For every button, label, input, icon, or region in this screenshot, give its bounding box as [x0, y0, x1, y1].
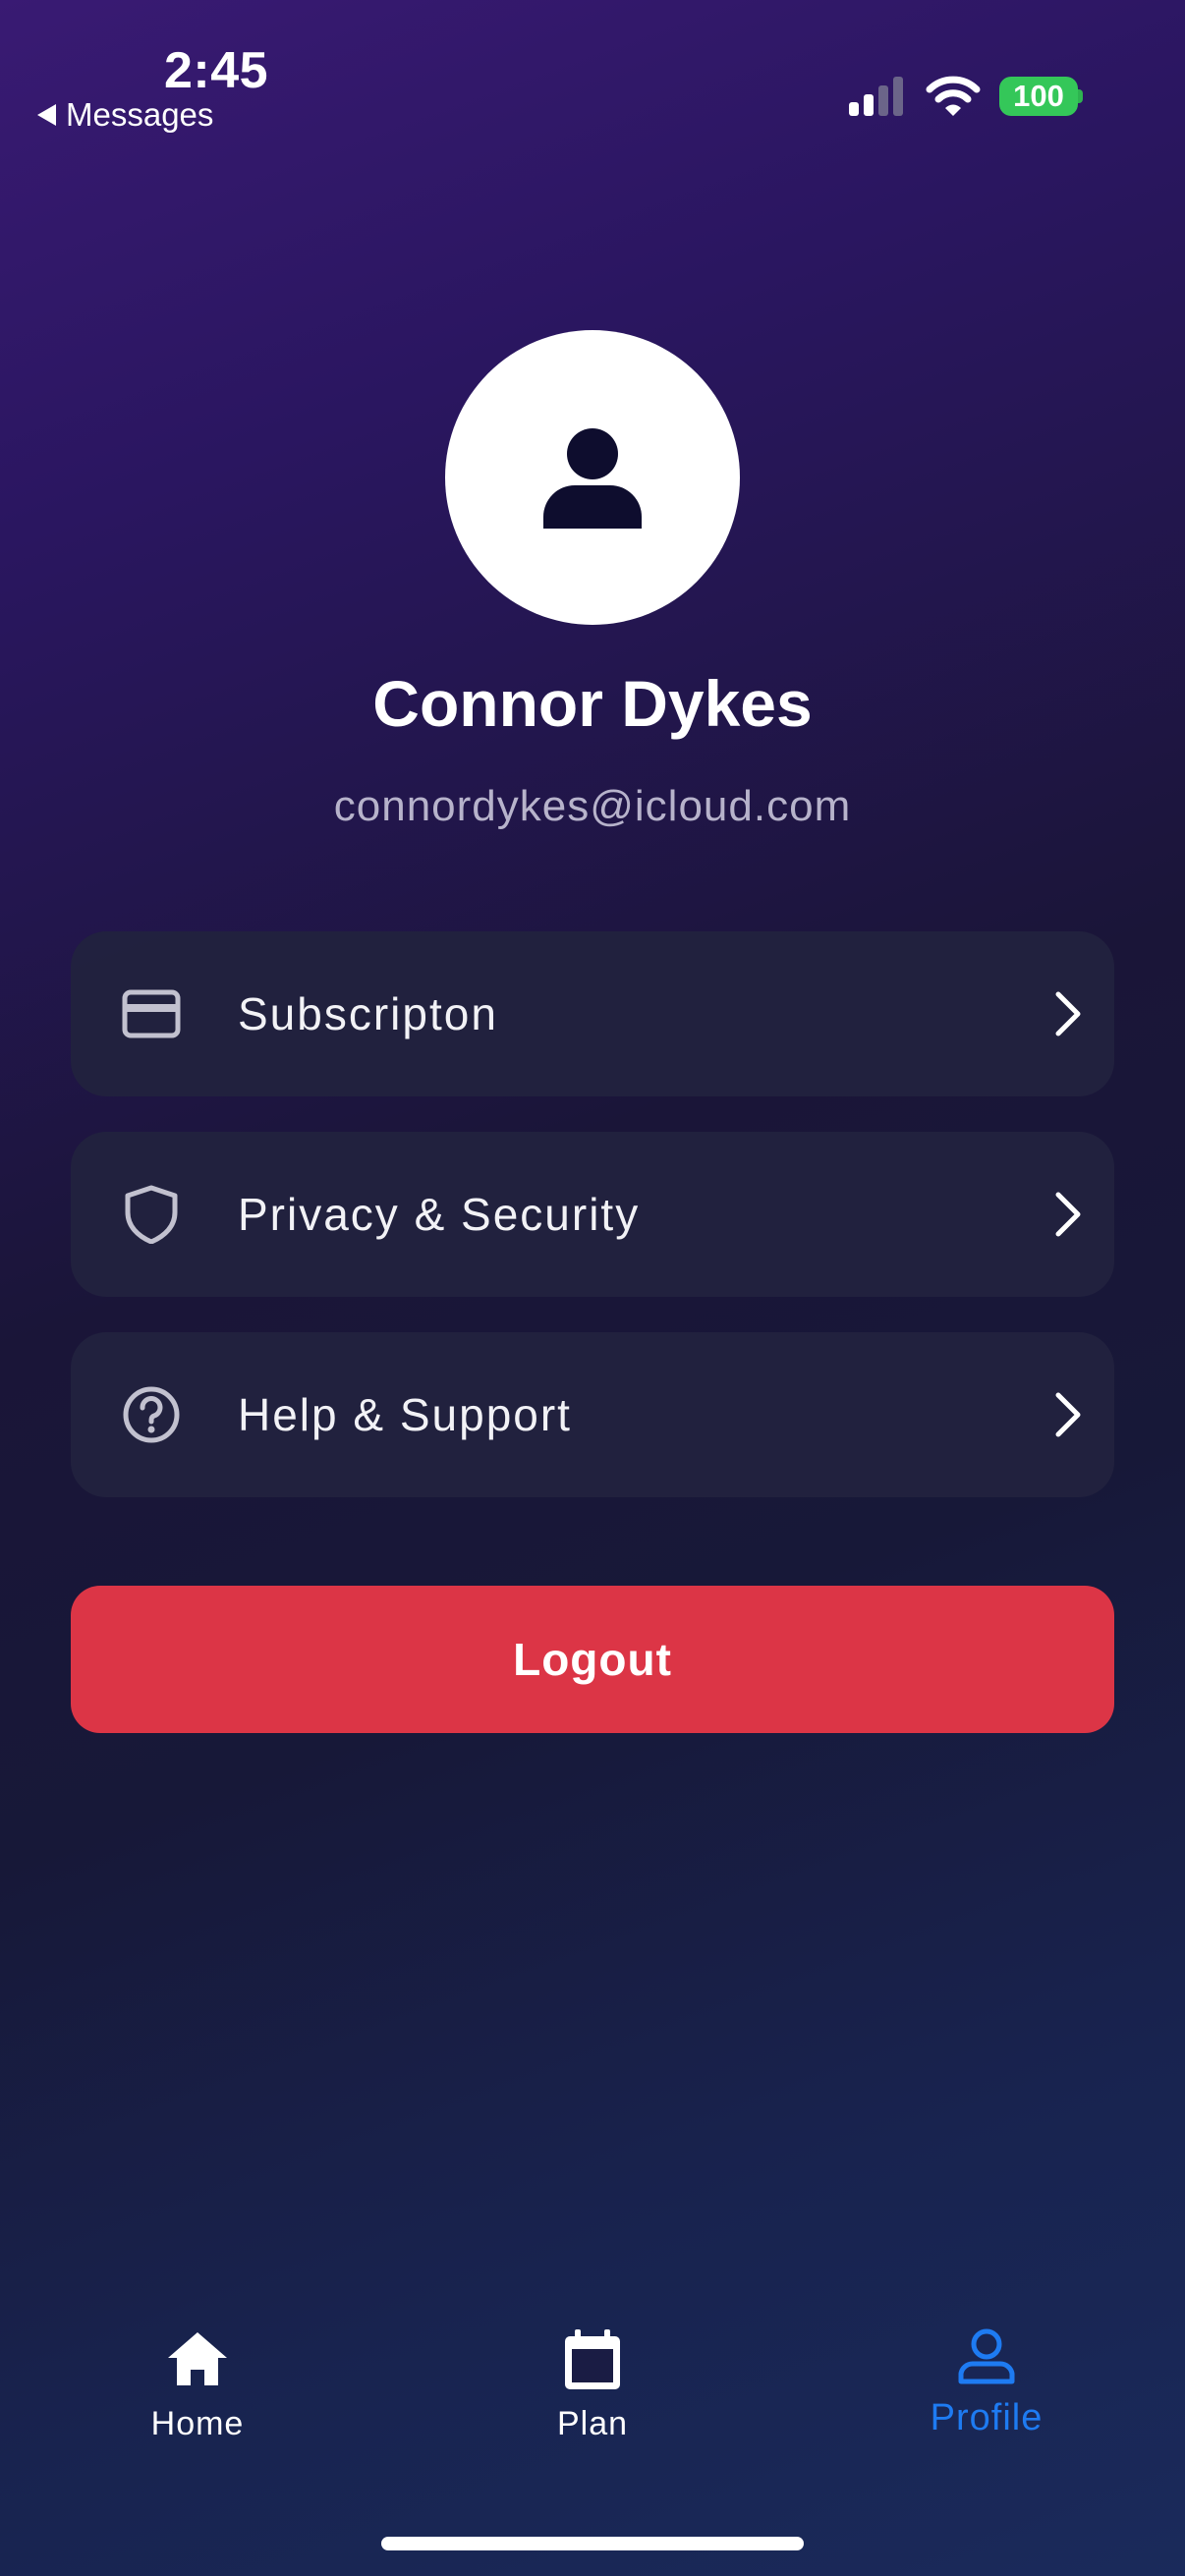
- person-icon: [543, 428, 642, 529]
- status-time: 2:45: [164, 42, 269, 99]
- menu-item-label: Privacy & Security: [238, 1189, 641, 1240]
- menu-item-label: Help & Support: [238, 1389, 572, 1440]
- profile-icon: [958, 2328, 1015, 2384]
- back-app-label: Messages: [66, 96, 214, 133]
- help-circle-icon: [123, 1386, 180, 1443]
- battery-tip: [1078, 89, 1083, 103]
- wifi-icon: [926, 76, 981, 116]
- tab-label: Home: [150, 2405, 245, 2442]
- tab-profile[interactable]: Profile: [888, 2324, 1085, 2452]
- cellular-signal-icon: [849, 77, 908, 116]
- tab-plan[interactable]: Plan: [494, 2328, 691, 2456]
- calendar-icon: [565, 2329, 620, 2389]
- menu-item-label: Subscripton: [238, 988, 498, 1039]
- avatar[interactable]: [445, 330, 740, 625]
- back-to-messages-link[interactable]: Messages: [37, 96, 213, 134]
- chevron-right-icon: [1055, 991, 1081, 1036]
- profile-email: connordykes@icloud.com: [333, 782, 852, 830]
- chevron-right-icon: [1055, 1192, 1081, 1237]
- credit-card-icon: [122, 989, 181, 1038]
- menu-item-privacy-security[interactable]: Privacy & Security: [71, 1132, 1114, 1297]
- home-icon: [168, 2332, 227, 2385]
- tab-label: Profile: [930, 2397, 1044, 2438]
- menu-item-help-support[interactable]: Help & Support: [71, 1332, 1114, 1497]
- home-indicator: [381, 2537, 804, 2550]
- tab-label: Plan: [556, 2405, 629, 2442]
- shield-icon: [125, 1185, 178, 1244]
- menu-item-subscription[interactable]: Subscripton: [71, 931, 1114, 1096]
- battery-indicator: 100: [999, 77, 1078, 116]
- profile-name: Connor Dykes: [372, 667, 813, 740]
- logout-button[interactable]: Logout: [71, 1586, 1114, 1733]
- back-arrow-icon: [37, 104, 56, 126]
- chevron-right-icon: [1055, 1392, 1081, 1437]
- tab-home[interactable]: Home: [99, 2328, 296, 2456]
